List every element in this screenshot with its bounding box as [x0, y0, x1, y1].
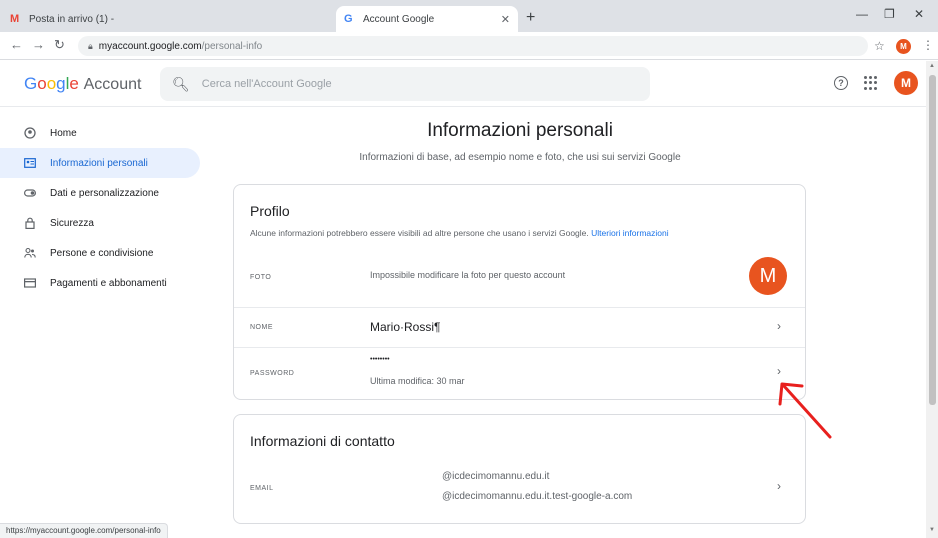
sidebar-item-label: Pagamenti e abbonamenti: [50, 277, 167, 289]
annotation-arrow: [778, 382, 832, 439]
email-alias: @icdecimomannu.edu.it.test-google-a.com: [442, 491, 633, 502]
scroll-thumb[interactable]: [929, 75, 936, 405]
name-value: Mario·Rossi¶: [370, 320, 441, 334]
photo-row[interactable]: FOTO Impossibile modificare la foto per …: [234, 245, 805, 307]
tab-gmail[interactable]: M Posta in arrivo (1) -: [2, 6, 146, 32]
close-window-icon[interactable]: ✕: [914, 7, 924, 21]
restore-icon[interactable]: ❐: [884, 7, 895, 21]
sidebar-item-label: Sicurezza: [50, 217, 94, 229]
account-search-box[interactable]: 🔍︎: [160, 67, 650, 101]
sidebar-item-label: Dati e personalizzazione: [50, 187, 159, 199]
logo-letter: o: [37, 74, 47, 93]
minimize-icon[interactable]: —: [856, 7, 868, 21]
google-icon: G: [344, 13, 353, 25]
profile-description-text: Alcune informazioni potrebbero essere vi…: [250, 228, 589, 238]
learn-more-link[interactable]: Ulteriori informazioni: [591, 228, 668, 238]
password-last-modified: Ultima modifica: 30 mar: [370, 376, 465, 386]
tab-title: Posta in arrivo (1) -: [29, 13, 115, 25]
logo-letter: g: [56, 74, 66, 93]
chevron-right-icon[interactable]: ›: [777, 319, 781, 333]
sidebar-item-label: Home: [50, 127, 77, 139]
search-icon[interactable]: 🔍︎: [172, 76, 190, 93]
email-row[interactable]: EMAIL @icdecimomannu.edu.it @icdecimoman…: [234, 463, 805, 523]
contact-card: Informazioni di contatto EMAIL @icdecimo…: [233, 414, 806, 524]
lock-icon: [24, 217, 36, 229]
photo-value: Impossibile modificare la foto per quest…: [370, 270, 566, 280]
address-bar[interactable]: 🔒︎ myaccount.google.com /personal-info: [78, 36, 868, 56]
password-value: ••••••••: [370, 356, 390, 363]
profile-photo-avatar[interactable]: M: [749, 257, 787, 295]
tab-title: Account Google: [363, 13, 435, 25]
status-url: https://myaccount.google.com/personal-in…: [0, 523, 168, 538]
bookmark-star-icon[interactable]: ☆: [874, 39, 885, 53]
apps-grid-icon[interactable]: [864, 76, 878, 90]
forward-icon[interactable]: →: [32, 37, 45, 52]
toggle-icon: [24, 187, 36, 199]
profile-card-description: Alcune informazioni potrebbero essere vi…: [250, 228, 669, 238]
account-avatar[interactable]: M: [894, 71, 918, 95]
reload-icon[interactable]: ↻: [54, 37, 65, 53]
help-icon[interactable]: ?: [834, 76, 848, 90]
scroll-down-icon[interactable]: ▼: [929, 527, 935, 533]
id-card-icon: [24, 157, 36, 169]
credit-card-icon: [24, 277, 36, 289]
close-tab-icon[interactable]: ✕: [501, 13, 510, 26]
email-primary: @icdecimomannu.edu.it: [442, 471, 550, 482]
name-label: NOME: [250, 324, 273, 331]
logo-letter: e: [69, 74, 79, 93]
tab-google-account[interactable]: G Account Google ✕: [336, 6, 518, 32]
lock-icon: 🔒︎: [88, 40, 93, 51]
page-title: Informazioni personali: [427, 120, 613, 141]
email-label: EMAIL: [250, 485, 274, 492]
back-icon[interactable]: ←: [10, 37, 23, 52]
photo-label: FOTO: [250, 274, 272, 281]
sidebar-item-label: Informazioni personali: [50, 157, 148, 169]
password-label: PASSWORD: [250, 370, 295, 377]
scroll-up-icon[interactable]: ▲: [929, 63, 935, 69]
gmail-icon: M: [10, 13, 20, 25]
browser-profile-avatar[interactable]: M: [896, 39, 911, 54]
sidebar-item-personal-info[interactable]: Informazioni personali: [0, 148, 200, 178]
url-path: /personal-info: [201, 40, 263, 52]
logo-letter: o: [46, 74, 57, 93]
browser-tab-strip: M Posta in arrivo (1) - G Account Google…: [0, 0, 938, 32]
url-host: myaccount.google.com: [98, 40, 202, 52]
home-icon: [24, 127, 36, 139]
sidebar-nav: Home Informazioni personali Dati e perso…: [0, 118, 210, 298]
browser-toolbar: ← → ↻ 🔒︎ myaccount.google.com /personal-…: [0, 32, 938, 60]
contact-card-title: Informazioni di contatto: [250, 433, 395, 449]
sidebar-item-home[interactable]: Home: [0, 118, 200, 148]
sidebar-item-people-sharing[interactable]: Persone e condivisione: [0, 238, 200, 268]
name-row[interactable]: NOME Mario·Rossi¶ ›: [234, 307, 805, 347]
profile-card-title: Profilo: [250, 203, 290, 219]
logo-suffix: Account: [83, 76, 142, 93]
search-input[interactable]: [201, 78, 622, 90]
google-account-logo[interactable]: Google Account: [24, 74, 141, 94]
account-header: Google Account 🔍︎ ? M: [0, 61, 926, 107]
page-scrollbar[interactable]: ▲ ▼: [926, 61, 938, 538]
profile-card: Profilo Alcune informazioni potrebbero e…: [233, 184, 806, 400]
page-subtitle: Informazioni di base, ad esempio nome e …: [359, 152, 681, 163]
password-row[interactable]: PASSWORD •••••••• Ultima modifica: 30 ma…: [234, 347, 805, 399]
new-tab-icon[interactable]: +: [526, 9, 535, 27]
sidebar-item-label: Persone e condivisione: [50, 247, 154, 259]
sidebar-item-data-personalization[interactable]: Dati e personalizzazione: [0, 178, 200, 208]
browser-menu-icon[interactable]: ⋮: [922, 38, 934, 52]
chevron-right-icon[interactable]: ›: [777, 479, 781, 493]
sidebar-item-security[interactable]: Sicurezza: [0, 208, 200, 238]
people-icon: [24, 247, 36, 259]
sidebar-item-payments[interactable]: Pagamenti e abbonamenti: [0, 268, 200, 298]
logo-letter: G: [24, 74, 38, 93]
